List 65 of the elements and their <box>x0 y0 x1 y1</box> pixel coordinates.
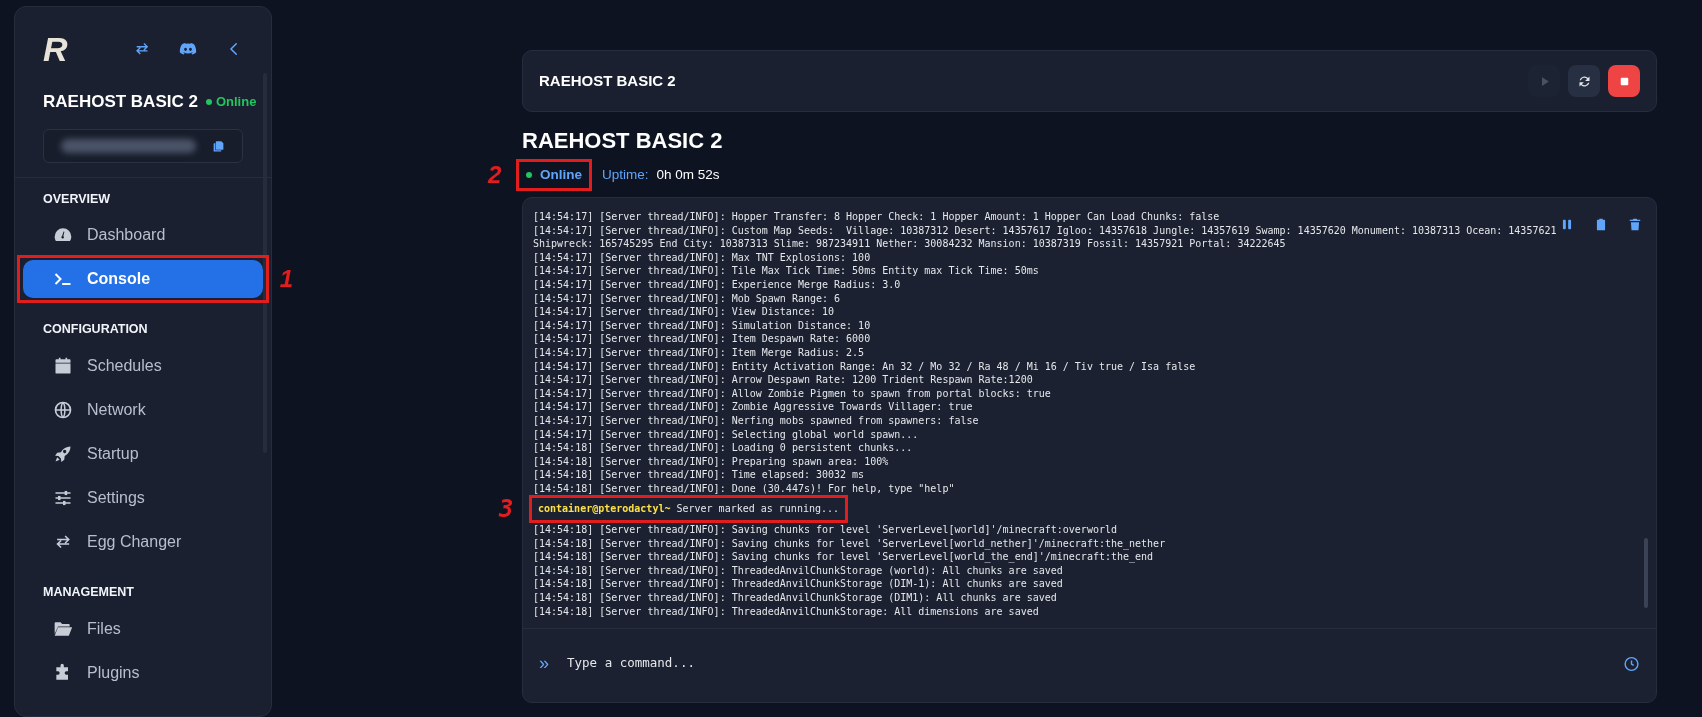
logo: R <box>43 32 68 66</box>
scrollbar[interactable] <box>1644 538 1648 608</box>
status-dot <box>526 172 532 178</box>
nav-item[interactable]: Console <box>23 260 263 299</box>
nav-item[interactable]: Settings <box>23 479 263 517</box>
trash-icon[interactable] <box>1628 216 1642 233</box>
nav-item[interactable]: Plugins <box>23 653 263 692</box>
status-text: Online <box>215 93 257 111</box>
clipboard-icon[interactable] <box>1594 216 1608 233</box>
uptime-label: Uptime: <box>602 165 649 184</box>
annotation-number: 3 <box>499 497 514 522</box>
console-line: [14:54:17] [Server thread/INFO]: Entity Activation Range: An 32 / Mo 32 / Ra 48 / Mi 16 / Tiv true / Isa false <box>533 359 1197 374</box>
console-line: [14:54:17] [Server thread/INFO]: Custom Map Seeds: Village: 10387312 Desert: 14357617 Igloo: 14357618 Jungle: 14357619 Swamp: 14357620 Monument: 10387313 Ocean: 14357621 Shipwreck: 165745295 End City: 10387313 Slime: 987234911 Nether: 30084232 Mansion: 10387319 Fossil: 14357921 Portal: 34222645 <box>533 223 1558 251</box>
console-line: [14:54:17] [Server thread/INFO]: Simulation Distance: 10 <box>533 318 872 333</box>
console-line: [14:54:17] [Server thread/INFO]: Tile Max Tick Time: 50ms Entity max Tick Time: 50ms <box>533 264 1040 278</box>
server-title: RAEHOST BASIC 2 <box>522 127 724 155</box>
console-line: [14:54:18] [Server thread/INFO]: Saving chunks for level 'ServerLevel[world_the_end]'/minecraft:the_end <box>533 550 1155 564</box>
console-line: [14:54:17] [Server thread/INFO]: Selecting global world spawn... <box>533 427 920 442</box>
command-input[interactable]: Type a command... <box>565 653 1607 674</box>
console-line: [14:54:18] [Server thread/INFO]: Saving chunks for level 'ServerLevel[world]'/minecraft:overworld <box>533 523 1118 537</box>
globe-icon <box>53 400 73 420</box>
nav-item[interactable]: Files <box>23 609 263 648</box>
console-line: [14:54:18] [Server thread/INFO]: ThreadedAnvilChunkStorage (DIM-1): All chunks are saved <box>533 577 1064 592</box>
console-line: [14:54:17] [Server thread/INFO]: Mob Spawn Range: 6 <box>533 291 842 306</box>
console-line: [14:54:17] [Server thread/INFO]: View Distance: 10 <box>533 305 836 319</box>
console-line: [14:54:17] [Server thread/INFO]: Nerfing mobs spawned from spawners: false <box>533 413 980 428</box>
sliders-icon <box>53 488 73 508</box>
console-line: [14:54:17] [Server thread/INFO]: Max TNT Explosions: 100 <box>533 250 872 265</box>
nav-item[interactable]: Dashboard <box>23 216 263 255</box>
header-title: RAEHOST BASIC 2 <box>539 70 676 91</box>
console-line: [14:54:18] [Server thread/INFO]: Saving chunks for level 'ServerLevel[world_nether]'/minecraft:the_nether <box>533 536 1167 551</box>
console-line: [14:54:17] [Server thread/INFO]: Allow Zombie Pigmen to spawn from portal blocks: true <box>533 386 1052 401</box>
nav-item[interactable]: Startup <box>23 435 263 473</box>
nav-item[interactable]: Egg Changer <box>23 523 263 561</box>
console-line: container@pterodactyl~ Server marked as running... <box>538 502 840 517</box>
uptime-value: 0h 0m 52s <box>656 165 720 184</box>
console-line: [14:54:17] [Server thread/INFO]: Zombie Aggressive Towards Villager: true <box>533 400 974 414</box>
console-line: [14:54:17] [Server thread/INFO]: Hopper Transfer: 8 Hopper Check: 1 Hopper Amount: 1 Hopper Can Load Chunks: false <box>533 210 1221 224</box>
console-line: [14:54:18] [Server thread/INFO]: ThreadedAnvilChunkStorage: All dimensions are saved <box>533 604 1040 619</box>
console-line: [14:54:18] [Server thread/INFO]: ThreadedAnvilChunkStorage (DIM1): All chunks are saved <box>533 591 1058 605</box>
status-text: Online <box>540 165 582 184</box>
section-heading: MANAGEMENT <box>42 584 135 601</box>
prompt-symbol: » <box>539 652 549 675</box>
section-heading: CONFIGURATION <box>42 321 149 339</box>
console-line: [14:54:18] [Server thread/INFO]: Time elapsed: 30032 ms <box>533 468 866 482</box>
status-dot <box>205 98 212 105</box>
console-line: [14:54:17] [Server thread/INFO]: Item Despawn Rate: 6000 <box>533 332 872 346</box>
console-line: [14:54:17] [Server thread/INFO]: Item Merge Radius: 2.5 <box>533 345 866 360</box>
annotation-number: 2 <box>488 163 502 187</box>
console-line: [14:54:18] [Server thread/INFO]: Loading 0 persistent chunks... <box>533 441 914 455</box>
nav-item[interactable]: Network <box>23 391 263 429</box>
rocket-icon <box>53 444 73 464</box>
console-line: [14:54:18] [Server thread/INFO]: ThreadedAnvilChunkStorage (world): All chunks are saved <box>533 563 1064 578</box>
restart-button[interactable] <box>1568 65 1600 97</box>
console-line: [14:54:17] [Server thread/INFO]: Experience Merge Radius: 3.0 <box>533 277 902 292</box>
stop-button[interactable] <box>1608 65 1640 97</box>
section-heading: OVERVIEW <box>42 190 112 208</box>
annotation-number: 1 <box>279 267 293 292</box>
console-line: [14:54:17] [Server thread/INFO]: Arrow Despawn Rate: 1200 Trident Respawn Rate:1200 <box>533 373 1034 387</box>
server-name: RAEHOST BASIC 2 <box>43 91 198 113</box>
nav-item[interactable]: Schedules <box>23 347 263 385</box>
console-line: [14:54:18] [Server thread/INFO]: Preparing spawn area: 100% <box>533 454 890 469</box>
history-icon[interactable] <box>1622 654 1640 673</box>
calendar-icon <box>53 356 73 376</box>
console-line: [14:54:18] [Server thread/INFO]: Done (30.447s)! For help, type "help" <box>533 481 956 496</box>
